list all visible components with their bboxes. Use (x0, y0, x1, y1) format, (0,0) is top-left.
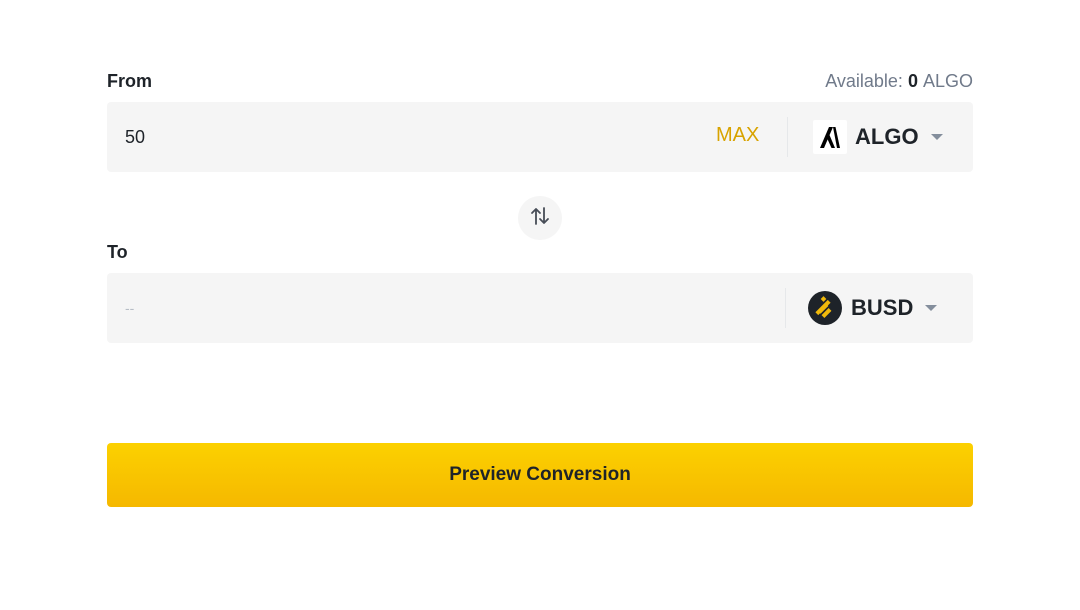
from-label: From (107, 71, 152, 91)
to-label: To (107, 242, 128, 262)
preview-conversion-button[interactable]: Preview Conversion (107, 443, 973, 507)
available-prefix: Available: (825, 71, 908, 91)
available-unit: ALGO (922, 71, 973, 91)
swap-button[interactable] (518, 196, 562, 240)
field-divider (787, 117, 788, 157)
available-amount: 0 (907, 71, 918, 91)
to-coin-select[interactable]: BUSD (807, 288, 957, 328)
max-button[interactable]: MAX (716, 124, 759, 147)
to-coin-name: BUSD (851, 295, 914, 320)
from-coin-select[interactable]: ALGO (807, 117, 957, 157)
algorand-logo-icon (813, 120, 847, 154)
from-coin-name: ALGO (855, 124, 919, 149)
chevron-down-icon (930, 134, 943, 140)
to-field: BUSD (107, 273, 973, 343)
field-divider (785, 288, 786, 328)
from-field: MAX ALGO (107, 102, 973, 172)
from-amount-input[interactable] (107, 102, 667, 172)
convert-panel: From Available: 0 ALGO MAX ALGO (107, 0, 973, 610)
swap-arrows-icon (529, 205, 551, 232)
chevron-down-icon (925, 305, 938, 311)
available-balance: Available: 0 ALGO (825, 71, 973, 92)
to-amount-input[interactable] (107, 273, 667, 343)
busd-logo-icon (807, 290, 843, 326)
